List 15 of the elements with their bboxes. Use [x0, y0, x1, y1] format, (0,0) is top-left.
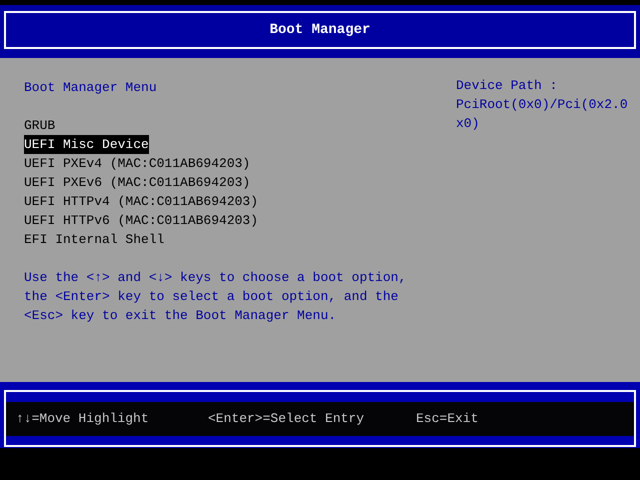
- boot-option[interactable]: GRUB: [24, 116, 56, 135]
- help-text: Use the <↑> and <↓> keys to choose a boot option, the <Enter> key to select a boot option, and the <Esc> key to exit the Boot Manager Menu.: [24, 269, 408, 325]
- window-title: Boot Manager: [4, 11, 636, 49]
- boot-option[interactable]: UEFI PXEv4 (MAC:C011AB694203): [24, 154, 250, 173]
- boot-option[interactable]: UEFI PXEv6 (MAC:C011AB694203): [24, 173, 250, 192]
- key-hint: ↑↓=Move Highlight: [16, 411, 150, 426]
- menu-title: Boot Manager Menu: [24, 79, 158, 97]
- boot-option[interactable]: EFI Internal Shell: [24, 230, 164, 249]
- boot-option[interactable]: UEFI Misc Device: [24, 135, 149, 154]
- device-path-label: Device Path :: [456, 77, 558, 95]
- boot-option[interactable]: UEFI HTTPv6 (MAC:C011AB694203): [24, 211, 258, 230]
- device-path-value: PciRoot(0x0)/Pci(0x2.0x0): [456, 96, 629, 133]
- boot-option[interactable]: UEFI HTTPv4 (MAC:C011AB694203): [24, 192, 258, 211]
- key-hint: Esc=Exit: [416, 411, 480, 426]
- key-hint: <Enter>=Select Entry: [208, 411, 366, 426]
